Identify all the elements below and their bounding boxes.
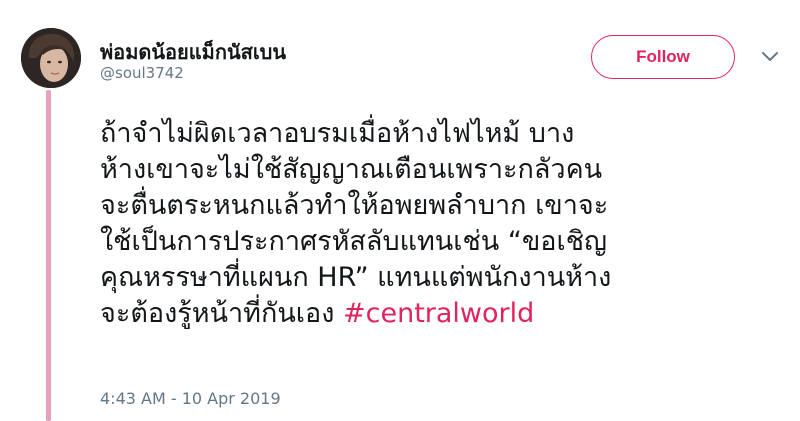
tweet-text-line: ใช้เป็นการประกาศรหัสลับแทนเช่น “ขอเชิญ: [100, 226, 608, 257]
thread-connector-bar: [46, 90, 51, 421]
tweet-text-line-prefix: จะต้องรู้หน้าที่กันเอง: [100, 298, 343, 329]
tweet-text: ถ้าจำไม่ผิดเวลาอบรมเมื่อห้างไฟไหม้ บาง ห…: [100, 116, 790, 332]
tweet-text-line-last: จะต้องรู้หน้าที่กันเอง #centralworld: [100, 296, 790, 332]
tweet-text-line: ถ้าจำไม่ผิดเวลาอบรมเมื่อห้างไฟไหม้ บาง: [100, 118, 575, 149]
follow-button-label: Follow: [636, 47, 690, 66]
avatar[interactable]: [21, 28, 81, 88]
tweet-timestamp[interactable]: 4:43 AM - 10 Apr 2019: [100, 389, 281, 408]
tweet-text-line: คุณหรรษาที่แผนก HR” แทนแต่พนักงานห้าง: [100, 262, 612, 293]
tweet-text-line: จะตื่นตระหนกแล้วทำให้อพยพลำบาก เขาจะ: [100, 190, 609, 221]
chevron-down-icon[interactable]: [761, 50, 779, 64]
tweet-text-line: ห้างเขาจะไม่ใช้สัญญาณเตือนเพราะกลัวคน: [100, 154, 603, 185]
avatar-image: [21, 28, 81, 88]
follow-button[interactable]: Follow: [591, 35, 735, 79]
hashtag-link[interactable]: #centralworld: [343, 298, 534, 329]
user-handle[interactable]: @soul3742: [100, 64, 184, 82]
